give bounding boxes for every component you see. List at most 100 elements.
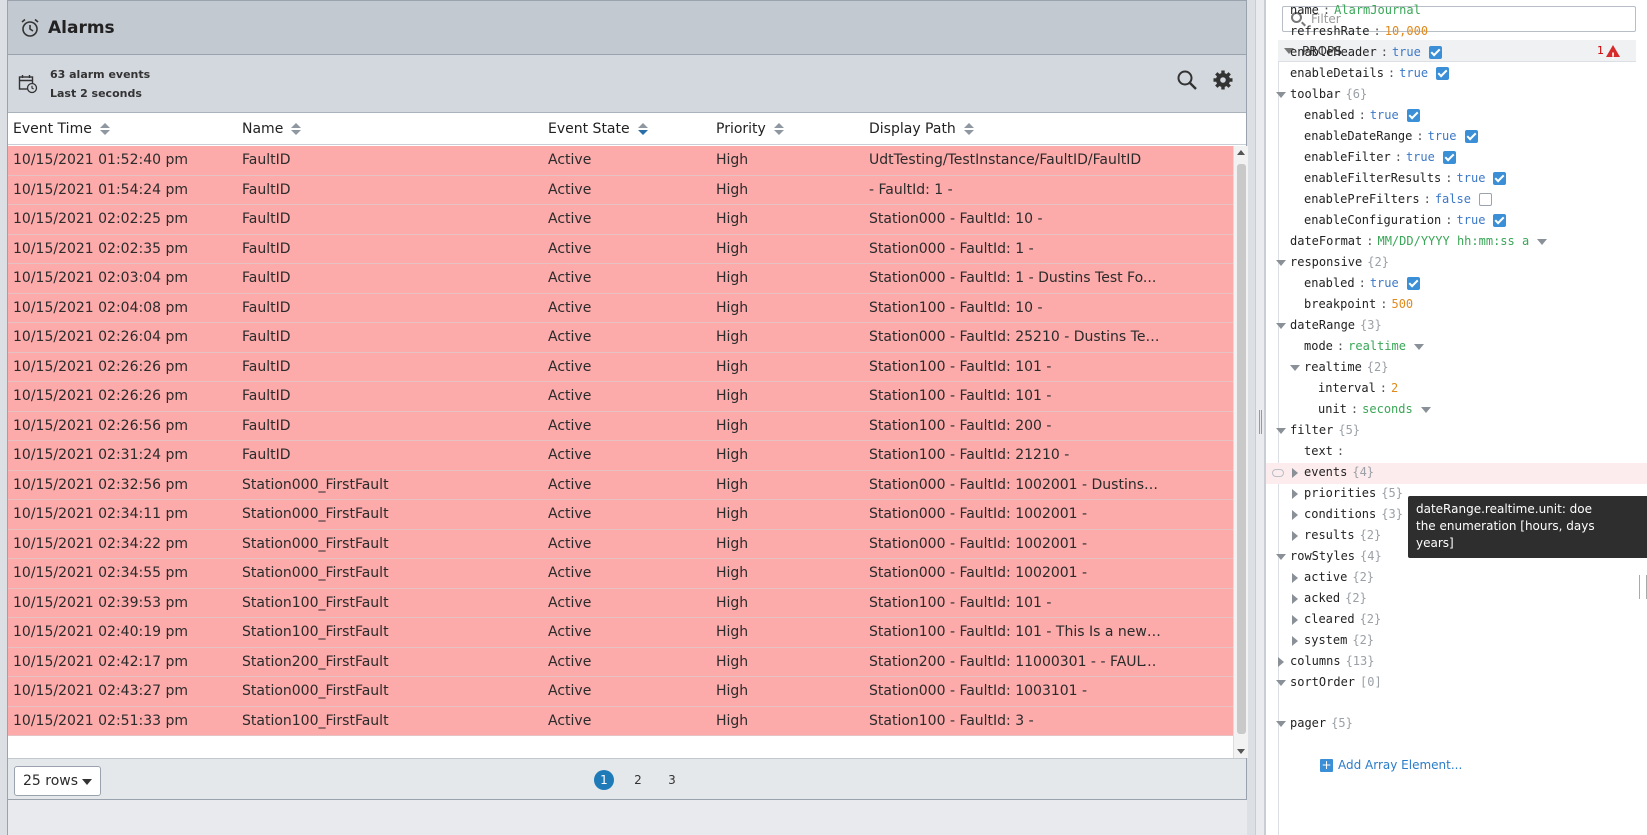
property-row[interactable]: enableHeader: true	[1290, 42, 1442, 63]
sort-icon[interactable]	[773, 123, 784, 135]
table-row[interactable]: 10/15/2021 02:39:53 pm Station100_FirstFa…	[8, 588, 1233, 618]
scroll-down-icon[interactable]	[1237, 749, 1245, 754]
property-row[interactable]: enabled: true	[1304, 273, 1420, 294]
expand-open-icon[interactable]	[1276, 680, 1286, 686]
property-row[interactable]: dateRange {3}	[1290, 315, 1382, 336]
property-value[interactable]: true	[1370, 273, 1399, 294]
expand-closed-icon[interactable]	[1292, 594, 1298, 604]
property-value[interactable]: true	[1399, 63, 1428, 84]
expand-closed-icon[interactable]	[1278, 657, 1284, 667]
table-row[interactable]: 10/15/2021 01:52:40 pm FaultID Active High U…	[8, 146, 1233, 176]
checkbox[interactable]	[1493, 214, 1507, 227]
property-row[interactable]: enableFilter: true	[1304, 147, 1456, 168]
scroll-thumb[interactable]	[1237, 164, 1246, 734]
column-header[interactable]: Event State	[548, 113, 648, 145]
checkbox[interactable]	[1493, 172, 1507, 185]
property-row[interactable]: conditions {3}	[1304, 504, 1403, 525]
property-row[interactable]: dateFormat: MM/DD/YYYY hh:mm:ss a	[1290, 231, 1548, 252]
property-row[interactable]: enablePreFilters: false	[1304, 189, 1492, 210]
column-header[interactable]: Name	[242, 113, 302, 145]
warning-icon[interactable]	[1606, 45, 1620, 68]
checkbox[interactable]	[1428, 46, 1442, 59]
sort-icon[interactable]	[963, 123, 974, 135]
property-row[interactable]: mode: realtime	[1304, 336, 1424, 357]
chevron-down-icon[interactable]	[1420, 406, 1431, 413]
property-row[interactable]: refreshRate:10,000	[1290, 21, 1428, 42]
property-value[interactable]: seconds	[1362, 399, 1413, 420]
expand-closed-icon[interactable]	[1292, 510, 1298, 520]
expand-closed-icon[interactable]	[1292, 468, 1298, 478]
splitter-grip-icon[interactable]	[1259, 410, 1262, 434]
add-array-element-button[interactable]: + Add Array Element...	[1320, 758, 1462, 772]
property-row[interactable]: name: AlarmJournal	[1290, 0, 1421, 21]
expand-closed-icon[interactable]	[1292, 615, 1298, 625]
property-value[interactable]: true	[1428, 126, 1457, 147]
property-row[interactable]: active {2}	[1304, 567, 1374, 588]
expand-closed-icon[interactable]	[1292, 573, 1298, 583]
property-row[interactable]: unit: seconds	[1318, 399, 1431, 420]
table-row[interactable]: 10/15/2021 02:02:25 pm FaultID Active High S…	[8, 205, 1233, 235]
property-row[interactable]: enableDetails: true	[1290, 63, 1450, 84]
expand-closed-icon[interactable]	[1292, 636, 1298, 646]
checkbox[interactable]	[1478, 193, 1492, 206]
column-header[interactable]: Event Time	[13, 113, 110, 145]
table-row[interactable]: 10/15/2021 02:42:17 pm Station200_FirstFa…	[8, 647, 1233, 677]
property-row[interactable]: priorities {5}	[1304, 483, 1403, 504]
property-row[interactable]: toolbar {6}	[1290, 84, 1367, 105]
table-scrollbar[interactable]	[1233, 146, 1248, 758]
table-row[interactable]: 10/15/2021 02:32:56 pm Station000_FirstFa…	[8, 470, 1233, 500]
property-value[interactable]: true	[1370, 105, 1399, 126]
property-value[interactable]: 2	[1391, 378, 1398, 399]
checkbox[interactable]	[1442, 151, 1456, 164]
property-value[interactable]: true	[1406, 147, 1435, 168]
property-value[interactable]: true	[1457, 210, 1486, 231]
checkbox[interactable]	[1464, 130, 1478, 143]
property-value[interactable]: realtime	[1348, 336, 1406, 357]
property-row[interactable]: cleared {2}	[1304, 609, 1381, 630]
property-row[interactable]: interval:2	[1318, 378, 1398, 399]
property-value[interactable]: 10,000	[1385, 21, 1428, 42]
table-row[interactable]: 10/15/2021 02:26:56 pm FaultID Active High S…	[8, 411, 1233, 441]
column-header[interactable]: Display Path	[869, 113, 974, 145]
property-value[interactable]: MM/DD/YYYY hh:mm:ss a	[1377, 231, 1529, 252]
property-row[interactable]: breakpoint:500	[1304, 294, 1413, 315]
column-header[interactable]: Priority	[716, 113, 784, 145]
page-link[interactable]: 1	[594, 770, 614, 790]
table-row[interactable]: 10/15/2021 02:03:04 pm FaultID Active High S…	[8, 264, 1233, 294]
table-row[interactable]: 10/15/2021 02:04:08 pm FaultID Active High S…	[8, 293, 1233, 323]
property-row[interactable]: events {4}	[1304, 462, 1374, 483]
checkbox[interactable]	[1406, 109, 1420, 122]
table-row[interactable]: 10/15/2021 02:26:26 pm FaultID Active High S…	[8, 382, 1233, 412]
table-row[interactable]: 10/15/2021 02:34:55 pm Station000_FirstFa…	[8, 559, 1233, 589]
property-row[interactable]: realtime {2}	[1304, 357, 1388, 378]
chevron-down-icon[interactable]	[1413, 343, 1424, 350]
property-row[interactable]: enabled: true	[1304, 105, 1420, 126]
property-row[interactable]: pager {5}	[1290, 713, 1353, 734]
expand-open-icon[interactable]	[1276, 428, 1286, 434]
table-row[interactable]: 10/15/2021 02:26:26 pm FaultID Active High S…	[8, 352, 1233, 382]
calendar-clock-icon[interactable]	[18, 74, 38, 94]
table-row[interactable]: 10/15/2021 01:54:24 pm FaultID Active High -…	[8, 175, 1233, 205]
table-row[interactable]: 10/15/2021 02:26:04 pm FaultID Active High S…	[8, 323, 1233, 353]
expand-open-icon[interactable]	[1290, 365, 1300, 371]
table-row[interactable]: 10/15/2021 02:34:22 pm Station000_FirstFa…	[8, 529, 1233, 559]
property-row[interactable]: enableFilterResults: true	[1304, 168, 1507, 189]
property-row[interactable]: enableDateRange: true	[1304, 126, 1478, 147]
property-row[interactable]: filter {5}	[1290, 420, 1360, 441]
property-value[interactable]: 500	[1391, 294, 1413, 315]
property-row[interactable]: enableConfiguration: true	[1304, 210, 1507, 231]
expand-open-icon[interactable]	[1276, 323, 1286, 329]
property-row[interactable]: sortOrder [0]	[1290, 672, 1382, 693]
table-row[interactable]: 10/15/2021 02:31:24 pm FaultID Active High S…	[8, 441, 1233, 471]
table-row[interactable]: 10/15/2021 02:43:27 pm Station000_FirstFa…	[8, 677, 1233, 707]
property-row[interactable]: system {2}	[1304, 630, 1374, 651]
checkbox[interactable]	[1436, 67, 1450, 80]
expand-closed-icon[interactable]	[1292, 531, 1298, 541]
expand-closed-icon[interactable]	[1292, 489, 1298, 499]
editor-scroll-grip-icon[interactable]	[1639, 575, 1647, 599]
rows-per-page-select[interactable]: 25 rows	[14, 766, 101, 796]
property-row[interactable]: text:	[1304, 441, 1348, 462]
property-value[interactable]: true	[1457, 168, 1486, 189]
expand-open-icon[interactable]	[1276, 260, 1286, 266]
table-row[interactable]: 10/15/2021 02:40:19 pm Station100_FirstFa…	[8, 618, 1233, 648]
